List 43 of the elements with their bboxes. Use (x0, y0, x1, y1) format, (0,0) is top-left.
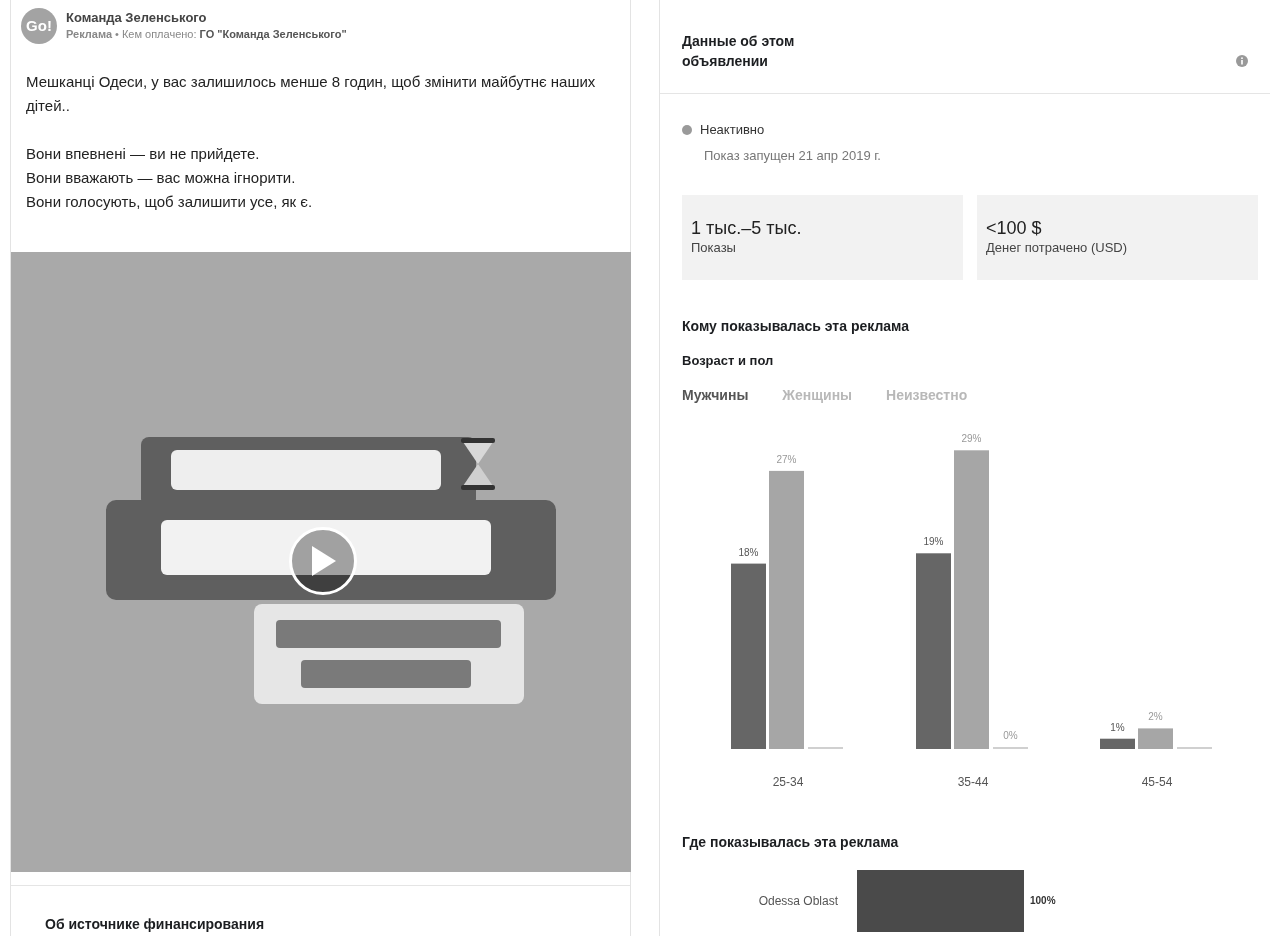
bar (1138, 727, 1173, 749)
stat-label: Денег потрачено (USD) (986, 239, 1129, 257)
post-text: Вони впевнені — ви не прийдете. (26, 144, 261, 164)
post-text: Мешканці Одеси, у вас залишилось менше 8 годин, щоб змінити майбутнє наших дітей.. (26, 72, 597, 116)
value-label: 18% (738, 546, 759, 558)
sponsored-label: Реклама (66, 28, 113, 40)
value-label: 27% (776, 453, 797, 465)
subsection-heading: Возраст и пол (681, 352, 775, 370)
avatar[interactable]: Go! (21, 8, 57, 44)
stat-value: 1 тыс.–5 тыс. (691, 217, 803, 239)
region-share: 100% (1030, 894, 1056, 908)
axis-label: 35-44 (957, 774, 989, 789)
bar (1177, 746, 1212, 749)
stat-value: <100 $ (986, 217, 1043, 239)
panel-title: Данные об этом объявлении (682, 32, 796, 71)
bar (993, 746, 1028, 749)
region-label: Odessa Oblast (757, 892, 838, 910)
value-label: 29% (961, 432, 982, 444)
start-date: Показ запущен 21 апр 2019 г. (703, 146, 882, 165)
info-icon[interactable] (1236, 55, 1248, 67)
value-label: 2% (1148, 710, 1163, 722)
bar (808, 746, 843, 749)
section-heading: Об источнике финансирования (45, 916, 265, 932)
gender-tab[interactable]: Женщины (782, 384, 853, 406)
paid-by-label: Кем оплачено: (121, 28, 197, 40)
play-icon (310, 546, 336, 576)
post-text: Вони голосують, щоб залишити усе, як є. (26, 192, 314, 212)
separator-dot: • (115, 28, 119, 40)
status-label: Неактивно (700, 121, 765, 139)
gender-tab[interactable]: Неизвестно (886, 384, 968, 406)
section-heading: Где показывалась эта реклама (681, 832, 900, 852)
post-text: Вони вважають — вас можна ігнорити. (26, 168, 297, 188)
bar (1100, 738, 1135, 749)
section-heading: Кому показывалась эта реклама (681, 317, 911, 336)
axis-label: 25-34 (772, 774, 804, 789)
gender-tab[interactable]: Мужчины (682, 384, 749, 406)
axis-label: 45-54 (1141, 774, 1173, 789)
page-name[interactable]: Команда Зеленського (66, 10, 347, 26)
value-label: 0% (1003, 729, 1018, 741)
paid-by-name: ГО "Команда Зеленського" (199, 28, 347, 40)
stat-label: Показы (691, 239, 737, 257)
value-label: 1% (1110, 721, 1125, 733)
value-label: 19% (923, 535, 944, 547)
